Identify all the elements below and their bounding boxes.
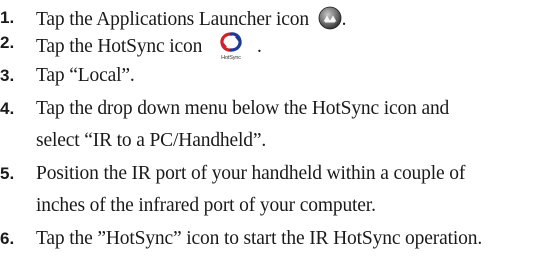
step-text: Tap the drop down menu below the HotSync…	[36, 97, 560, 152]
step-text-part: .	[341, 9, 347, 30]
step-number: 1.	[0, 8, 15, 27]
step-text: Tap the ”HotSync” icon to start the IR H…	[36, 228, 483, 249]
step-number: 4.	[0, 99, 15, 118]
step-number: 3.	[0, 66, 15, 85]
step-text: Tap the HotSync icon HotSync .	[36, 31, 560, 61]
step-text-part: .	[256, 36, 262, 57]
hotsync-icon-caption: HotSync	[221, 55, 241, 61]
step-text-line: Tap the drop down menu below the HotSync…	[36, 98, 450, 119]
step-number: 5.	[0, 164, 15, 183]
step-text-line: Position the IR port of your handheld wi…	[36, 163, 466, 184]
applications-launcher-icon	[318, 6, 342, 30]
step-text: Tap “Local”.	[36, 65, 135, 86]
step-text-part: Tap the HotSync icon	[36, 36, 207, 57]
step-text-part: Tap the Applications Launcher icon	[36, 9, 314, 30]
step-number: 6.	[0, 229, 15, 248]
hotsync-icon: HotSync	[213, 31, 249, 61]
step-text-line: inches of the infrared port of your comp…	[36, 195, 376, 216]
step-text: Position the IR port of your handheld wi…	[36, 162, 560, 217]
step-text-line: select “IR to a PC/Handheld”.	[36, 130, 267, 151]
step-text: Tap the Applications Launcher icon .	[36, 6, 560, 31]
step-number: 2.	[0, 33, 15, 52]
